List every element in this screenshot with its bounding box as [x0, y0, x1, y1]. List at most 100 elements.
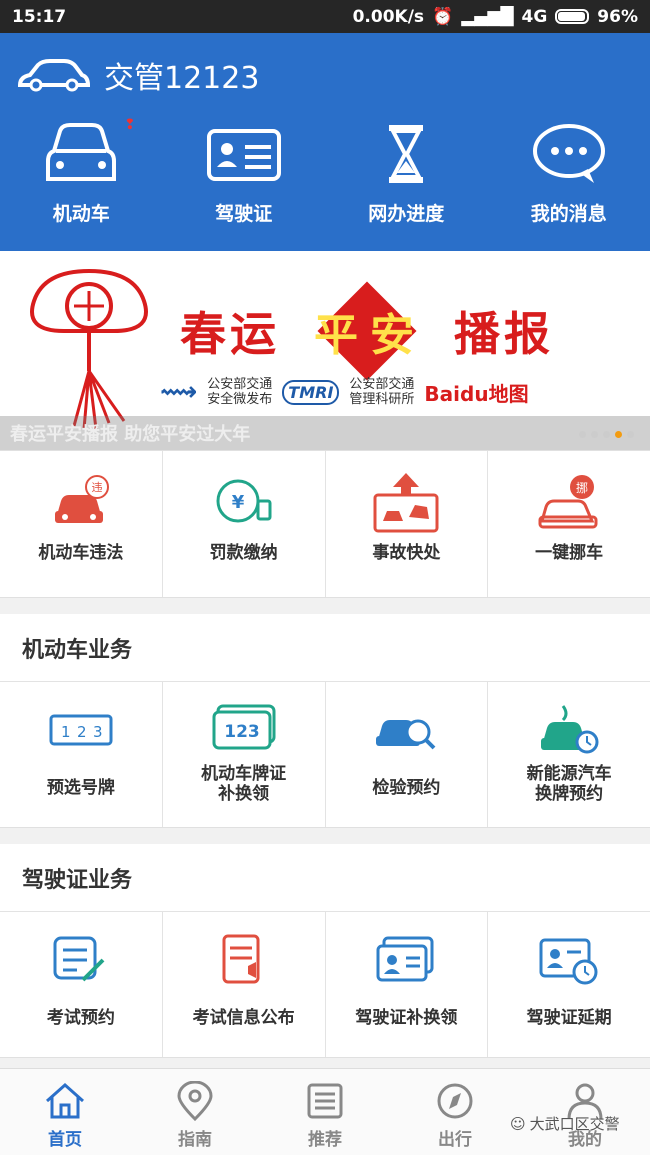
alarm-icon: ⏰ — [432, 6, 454, 27]
sponsor-2-logo: TMRI — [282, 379, 340, 405]
vehicle-ev-plate[interactable]: 新能源汽车 换牌预约 — [488, 682, 650, 827]
watermark-text: 大武口区交警 — [529, 1115, 620, 1133]
wechat-icon: ☺ — [510, 1114, 526, 1133]
service-grid: 违 机动车违法 ¥ 罚款缴纳 事故快处 挪 一键挪车 — [0, 450, 650, 598]
vehicle-label: 检验预约 — [372, 778, 441, 798]
quick-messages[interactable]: 我的消息 — [488, 117, 650, 251]
svg-text:违: 违 — [91, 481, 102, 494]
svg-text:1: 1 — [61, 723, 71, 741]
ev-plate-icon — [541, 705, 599, 754]
service-accident[interactable]: 事故快处 — [326, 451, 489, 597]
car-logo-icon — [17, 59, 90, 92]
license-label: 考试预约 — [46, 1008, 115, 1028]
plate-select-icon: 1 2 3 — [49, 714, 113, 746]
quick-progress[interactable]: 网办进度 — [325, 117, 488, 251]
sponsor-3: Baidu地图 — [424, 381, 529, 406]
tab-home[interactable]: 首页 — [0, 1069, 130, 1155]
sponsor-logo-icon: ⟿ — [160, 377, 198, 407]
service-label: 事故快处 — [372, 543, 441, 563]
svg-text:2: 2 — [77, 723, 87, 741]
tab-guide[interactable]: 指南 — [130, 1069, 260, 1155]
license-exam-booking[interactable]: 考试预约 — [0, 912, 163, 1057]
exam-info-icon — [222, 934, 260, 984]
notification-badge: ❢ — [124, 117, 136, 133]
sponsor-1: 公安部交通 安全微发布 — [207, 377, 273, 407]
license-extend-icon — [539, 938, 598, 985]
license-section: 驾驶证业务 考试预约 考试信息公布 驾驶证补换领 驾驶证延期 — [0, 844, 650, 1058]
carousel-dot[interactable] — [591, 431, 598, 438]
license-grid: 考试预约 考试信息公布 驾驶证补换领 驾驶证延期 — [0, 912, 650, 1058]
svg-text:挪: 挪 — [576, 481, 588, 495]
banner-title: 春运 平 安 播报 — [180, 281, 554, 381]
tab-label: 出行 — [438, 1130, 472, 1150]
carousel-dot[interactable] — [579, 431, 586, 438]
car-icon — [46, 123, 117, 181]
banner-diamond-1: 平 — [314, 310, 362, 361]
location-pin-icon — [177, 1081, 213, 1121]
vehicle-plate-select[interactable]: 1 2 3 预选号牌 — [0, 682, 163, 827]
chinese-knot-icon — [30, 268, 148, 430]
quick-label: 机动车 — [52, 203, 110, 225]
vehicle-grid: 1 2 3 预选号牌 123 机动车牌证 补换领 检验预约 新能源汽车 换牌预约 — [0, 682, 650, 828]
vehicle-inspection[interactable]: 检验预约 — [326, 682, 489, 827]
banner-title-left: 春运 — [180, 307, 280, 361]
tab-me[interactable]: 我的 — [520, 1069, 650, 1155]
app-title: 交管12123 — [104, 61, 260, 96]
vehicle-label: 预选号牌 — [46, 778, 115, 798]
home-icon — [46, 1082, 84, 1119]
svg-text:3: 3 — [93, 723, 103, 741]
status-bar: 15:17 0.00K/s ⏰ ▂▄▆█ 4G 96% — [0, 0, 650, 33]
carousel-dot[interactable] — [627, 431, 634, 438]
bottom-tab-bar: 首页 指南 推荐 出行 我的 — [0, 1068, 650, 1155]
license-card-icon — [206, 129, 281, 181]
vehicle-section: 机动车业务 1 2 3 预选号牌 123 机动车牌证 补换领 检验预约 新能源汽… — [0, 614, 650, 828]
move-car-icon: 挪 — [538, 475, 598, 529]
promo-banner[interactable]: 春运 平 安 播报 ⟿ 公安部交通 安全微发布 TMRI 公安部交通 管理科研所… — [0, 251, 650, 450]
service-move-car[interactable]: 挪 一键挪车 — [488, 451, 650, 597]
accident-icon — [373, 473, 439, 533]
carousel-dots[interactable] — [579, 431, 634, 438]
banner-sponsors: ⟿ 公安部交通 安全微发布 TMRI 公安部交通 管理科研所 Baidu地图 — [160, 377, 529, 407]
carousel-dot[interactable] — [603, 431, 610, 438]
quick-label: 驾驶证 — [215, 203, 273, 225]
banner-title-right: 播报 — [454, 307, 554, 361]
license-replace[interactable]: 驾驶证补换领 — [326, 912, 489, 1057]
tab-label: 推荐 — [308, 1130, 342, 1150]
network-type: 4G — [521, 6, 548, 27]
quick-vehicle[interactable]: ❢ 机动车 — [0, 117, 163, 251]
svg-text:¥: ¥ — [231, 492, 244, 513]
tab-travel[interactable]: 出行 — [390, 1069, 520, 1155]
fine-payment-icon: ¥ — [216, 479, 272, 523]
battery-icon — [555, 9, 590, 24]
service-label: 一键挪车 — [535, 543, 604, 563]
tab-recommend[interactable]: 推荐 — [260, 1069, 390, 1155]
vehicle-label: 机动车牌证 补换领 — [201, 764, 287, 804]
banner-caption: 春运平安播报 助您平安过大年 — [10, 424, 251, 445]
carousel-dot-active[interactable] — [615, 431, 622, 438]
tab-label: 指南 — [178, 1130, 212, 1150]
license-extend[interactable]: 驾驶证延期 — [488, 912, 650, 1057]
service-fine[interactable]: ¥ 罚款缴纳 — [163, 451, 326, 597]
tab-label: 首页 — [48, 1130, 82, 1150]
service-label: 机动车违法 — [38, 543, 124, 563]
status-time: 15:17 — [12, 6, 67, 27]
quick-license[interactable]: 驾驶证 — [163, 117, 326, 251]
banner-diamond-2: 安 — [370, 310, 418, 361]
service-label: 罚款缴纳 — [209, 543, 278, 563]
license-replace-icon — [376, 936, 434, 982]
vehicle-plate-replace[interactable]: 123 机动车牌证 补换领 — [163, 682, 326, 827]
license-exam-info[interactable]: 考试信息公布 — [163, 912, 326, 1057]
banner-diamonds: 平 安 — [292, 281, 442, 381]
app-header: 交管12123 ❢ 机动车 驾驶证 网办进度 我的消息 — [0, 33, 650, 251]
exam-booking-icon — [53, 936, 105, 982]
plate-123-icon: 123 — [212, 704, 276, 750]
quick-label: 我的消息 — [530, 203, 607, 225]
svg-text:123: 123 — [224, 722, 260, 742]
chat-bubble-icon — [532, 124, 605, 183]
service-violation[interactable]: 违 机动车违法 — [0, 451, 163, 597]
vehicle-label: 新能源汽车 换牌预约 — [526, 764, 612, 804]
banner-caption-strip: 春运平安播报 助您平安过大年 — [0, 416, 650, 450]
section-title: 驾驶证业务 — [0, 844, 650, 912]
network-speed: 0.00K/s — [352, 6, 425, 27]
quick-label: 网办进度 — [368, 203, 445, 225]
